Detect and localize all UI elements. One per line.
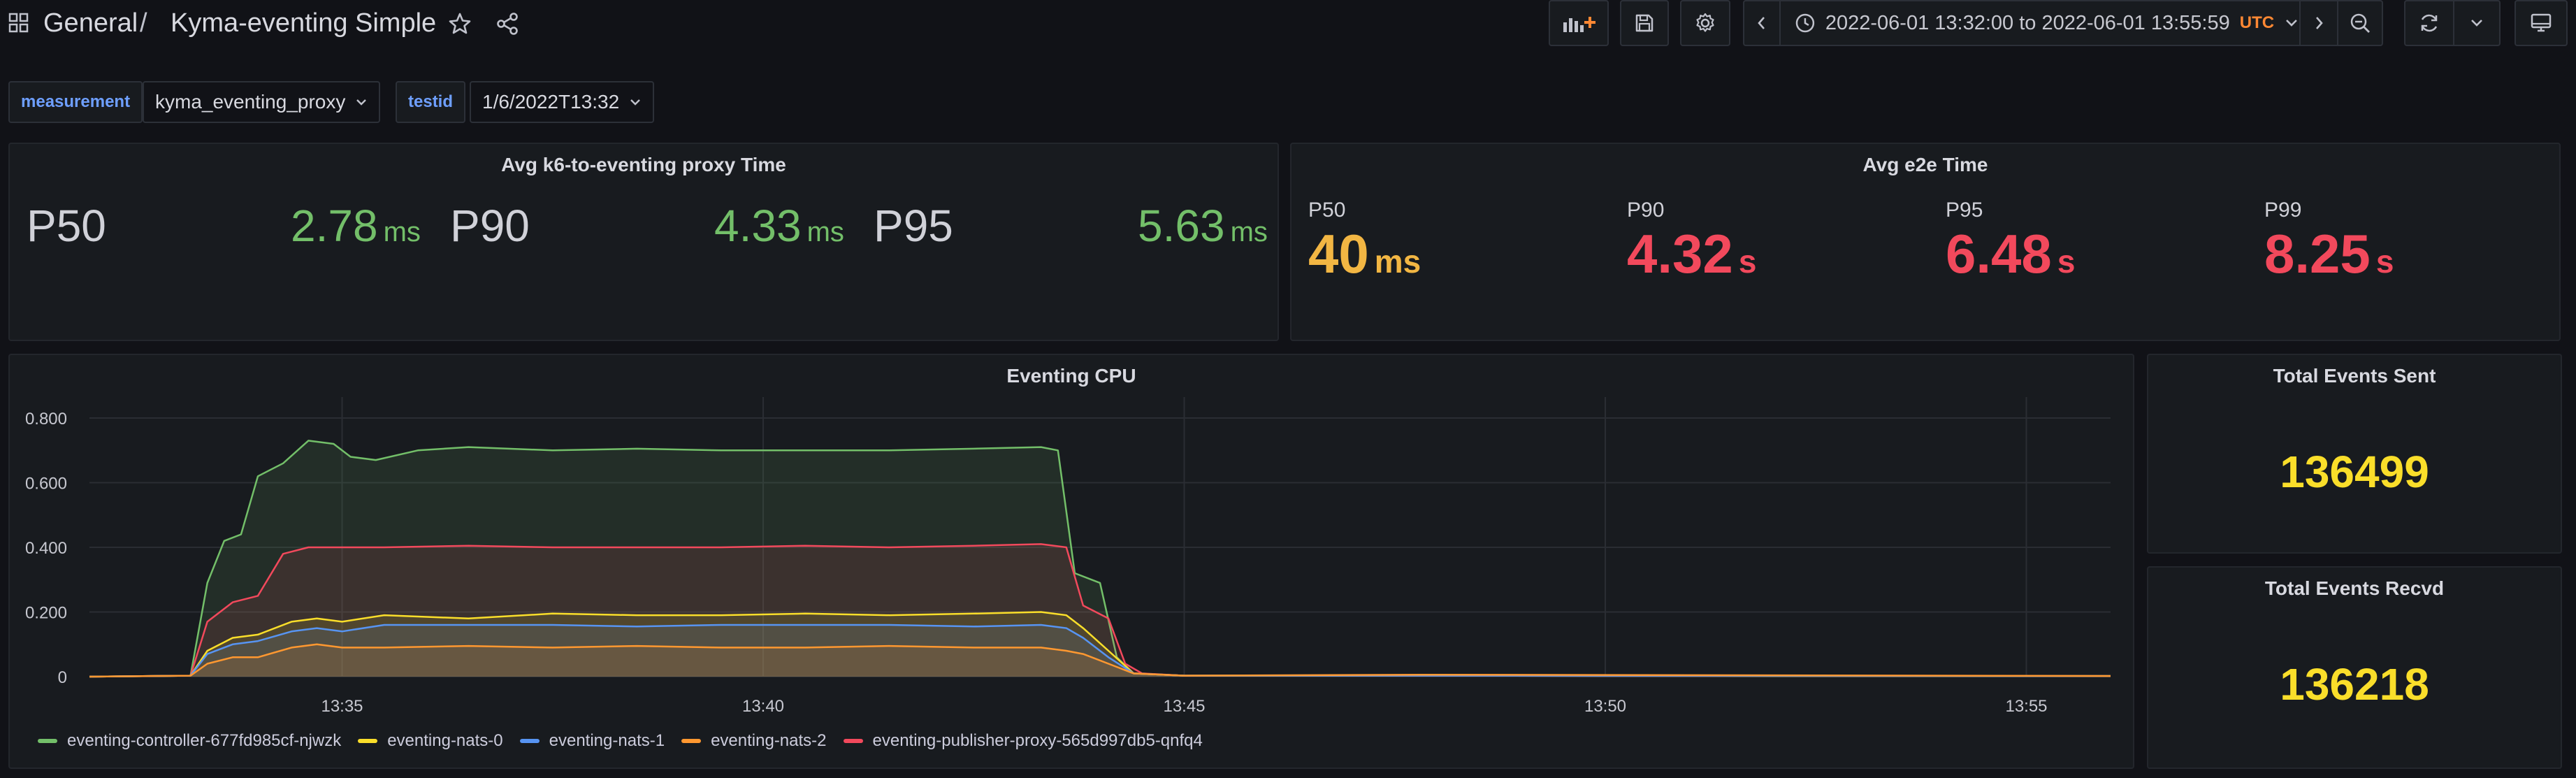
gear-icon <box>1696 13 1714 32</box>
clock-icon <box>1795 13 1815 33</box>
stat-number: 2.78 <box>291 201 378 251</box>
variable-label-measurement: measurement <box>8 81 143 123</box>
dashboard-title[interactable]: Kyma-eventing Simple <box>171 8 436 38</box>
legend-label: eventing-controller-677fd985cf-njwzk <box>67 731 342 750</box>
time-range-text: 2022-06-01 13:32:00 to 2022-06-01 13:55:… <box>1825 11 2230 34</box>
variable-label-testid: testid <box>396 81 466 123</box>
legend-swatch <box>38 739 57 743</box>
stat-number: 5.63 <box>1138 201 1225 251</box>
panel-title[interactable]: Total Events Recvd <box>2148 577 2561 600</box>
star-icon[interactable] <box>447 11 472 36</box>
legend-item[interactable]: eventing-publisher-proxy-565d997db5-qnfq… <box>843 731 1203 751</box>
stat-label-p90: P90 <box>1627 199 1665 222</box>
timezone-label: UTC <box>2239 13 2275 32</box>
zoom-out-icon <box>2350 13 2370 33</box>
stat-unit: ms <box>806 217 844 247</box>
zoom-out-button[interactable] <box>2337 0 2383 46</box>
legend-label: eventing-nats-1 <box>549 731 665 750</box>
panel-total-events-sent: Total Events Sent 136499 <box>2147 354 2562 554</box>
variable-select-measurement[interactable]: kyma_eventing_proxy <box>143 81 381 123</box>
panel-title[interactable]: Avg k6-to-eventing proxy Time <box>10 154 1278 176</box>
tv-mode-button[interactable] <box>2515 0 2568 46</box>
panel-title[interactable]: Avg e2e Time <box>1291 154 2559 176</box>
chevron-down-icon <box>356 99 367 106</box>
panel-e2e-time: Avg e2e Time P50 40 ms P90 4.32 s P95 6.48… <box>1290 143 2561 341</box>
save-icon <box>1635 14 1654 32</box>
stat-label-p50: P50 <box>27 201 106 251</box>
refresh-button[interactable] <box>2404 0 2454 46</box>
legend-item[interactable]: eventing-nats-2 <box>681 731 827 751</box>
stat-label-p50: P50 <box>1308 199 1346 222</box>
stat-number: 8.25 <box>2264 223 2371 284</box>
variable-value-testid: 1/6/2022T13:32 <box>482 91 620 113</box>
variable-value-measurement: kyma_eventing_proxy <box>155 91 346 113</box>
refresh-icon <box>2421 14 2438 32</box>
legend-item[interactable]: eventing-nats-0 <box>358 731 503 751</box>
stat-number: 40 <box>1308 223 1369 284</box>
chart-legend: eventing-controller-677fd985cf-njwzk even… <box>38 728 1220 754</box>
panel-title[interactable]: Total Events Sent <box>2148 365 2561 387</box>
stat-value-p50: 2.78 ms <box>291 200 421 252</box>
chevron-down-icon <box>630 99 641 106</box>
settings-button[interactable] <box>1680 0 1730 46</box>
panel-proxy-time: Avg k6-to-eventing proxy Time P50 2.78 ms… <box>8 143 1279 341</box>
tv-icon <box>2531 13 2552 32</box>
stat-number: 4.33 <box>714 201 802 251</box>
time-shift-forward-button[interactable] <box>2299 0 2338 46</box>
share-icon[interactable] <box>495 11 520 36</box>
save-button[interactable] <box>1620 0 1669 46</box>
stat-value-p95: 5.63 ms <box>1138 200 1268 252</box>
legend-label: eventing-nats-2 <box>711 731 827 750</box>
legend-label: eventing-nats-0 <box>387 731 503 750</box>
apps-icon[interactable] <box>8 13 29 34</box>
stat-unit: ms <box>1374 243 1421 280</box>
add-panel-button[interactable] <box>1549 0 1609 46</box>
legend-item[interactable]: eventing-controller-677fd985cf-njwzk <box>38 731 341 751</box>
legend-swatch <box>358 739 378 743</box>
stat-number: 6.48 <box>1946 223 2052 284</box>
legend-swatch <box>519 739 540 743</box>
breadcrumb-folder[interactable]: General <box>43 8 138 38</box>
stat-unit: s <box>2375 243 2394 280</box>
legend-swatch <box>843 739 863 743</box>
chevron-right-icon <box>2316 17 2323 29</box>
stat-unit: s <box>1738 243 1757 280</box>
legend-label: eventing-publisher-proxy-565d997db5-qnfq… <box>872 731 1203 750</box>
stat-value-p90: 4.33 ms <box>714 200 844 252</box>
stat-value-p95: 6.48 s <box>1946 222 2075 286</box>
refresh-interval-dropdown[interactable] <box>2453 0 2501 46</box>
chevron-left-icon <box>1758 17 1765 29</box>
stat-value-p90: 4.32 s <box>1627 222 1756 286</box>
add-panel-icon <box>1563 17 1595 32</box>
stat-value-events-sent: 136499 <box>2280 447 2429 497</box>
stat-label-p95: P95 <box>1946 199 1983 222</box>
stat-label-p99: P99 <box>2264 199 2302 222</box>
stat-unit: ms <box>383 217 421 247</box>
time-shift-back-button[interactable] <box>1743 0 1781 46</box>
breadcrumb-separator: / <box>140 8 147 38</box>
stat-value-events-recvd: 136218 <box>2280 659 2429 709</box>
stat-unit: ms <box>1230 217 1268 247</box>
stat-unit: s <box>2057 243 2076 280</box>
stat-number: 4.32 <box>1627 223 1733 284</box>
legend-item[interactable]: eventing-nats-1 <box>519 731 665 751</box>
time-range-picker[interactable]: 2022-06-01 13:32:00 to 2022-06-01 13:55:… <box>1779 0 2301 46</box>
stat-label-p90: P90 <box>450 201 530 251</box>
chevron-down-icon <box>2471 20 2482 27</box>
stat-label-p95: P95 <box>874 201 953 251</box>
top-bar: General / Kyma-eventing Simple 2022-06-0… <box>0 0 2576 50</box>
variable-select-testid[interactable]: 1/6/2022T13:32 <box>470 81 655 123</box>
chevron-down-icon <box>2286 20 2297 27</box>
panel-total-events-recvd: Total Events Recvd 136218 <box>2147 566 2562 769</box>
panel-title[interactable]: Eventing CPU <box>10 365 2133 387</box>
panel-eventing-cpu: Eventing CPU <box>8 354 2134 769</box>
stat-value-p50: 40 ms <box>1308 222 1421 286</box>
legend-swatch <box>681 739 702 743</box>
stat-value-p99: 8.25 s <box>2264 222 2394 286</box>
